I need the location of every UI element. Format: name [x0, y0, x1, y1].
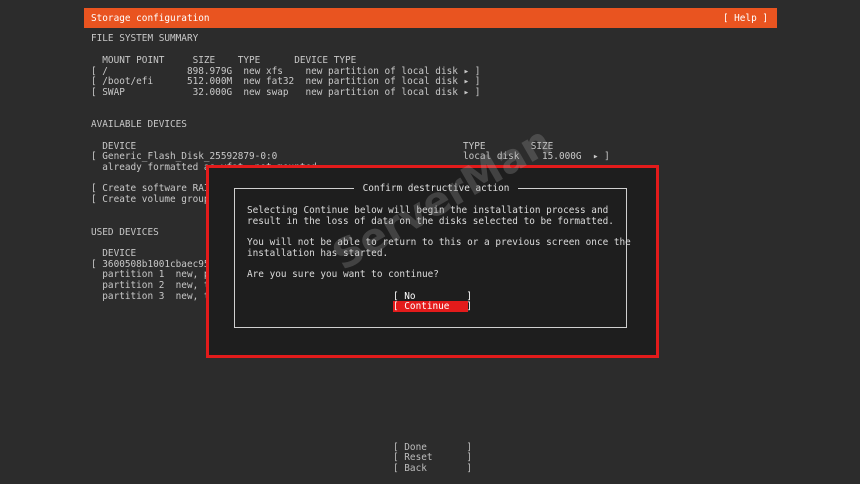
back-button[interactable]: [ Back ]: [393, 464, 472, 474]
used-columns: DEVICE: [91, 248, 137, 259]
create-volume-group-button[interactable]: [ Create volume group (: [91, 195, 221, 205]
fs-summary-columns: MOUNT POINT SIZE TYPE DEVICE TYPE: [91, 55, 357, 66]
used-partition-3[interactable]: partition 3 new, to: [91, 292, 215, 302]
used-partition-2[interactable]: partition 2 new, to: [91, 281, 215, 291]
fs-summary-heading: FILE SYSTEM SUMMARY: [91, 33, 199, 44]
fs-row-boot-efi[interactable]: [ /boot/efi 512.000M new fat32 new parti…: [91, 77, 480, 87]
fs-row-swap[interactable]: [ SWAP 32.000G new swap new partition of…: [91, 88, 480, 98]
used-partition-1[interactable]: partition 1 new, pri: [91, 270, 221, 280]
dialog-text-line-3: You will not be able to return to this o…: [247, 237, 631, 248]
create-raid-button[interactable]: [ Create software RAID: [91, 184, 215, 194]
page-title: Storage configuration: [91, 13, 210, 24]
continue-button[interactable]: [ Continue ]: [393, 302, 472, 312]
available-device-row[interactable]: [ Generic_Flash_Disk_25592879-0:0: [91, 152, 277, 162]
used-devices-heading: USED DEVICES: [91, 227, 159, 238]
reset-button[interactable]: [ Reset ]: [393, 453, 472, 463]
title-bar: Storage configuration [ Help ]: [84, 8, 777, 28]
available-devices-heading: AVAILABLE DEVICES: [91, 119, 187, 130]
help-button[interactable]: [ Help ]: [723, 13, 768, 24]
